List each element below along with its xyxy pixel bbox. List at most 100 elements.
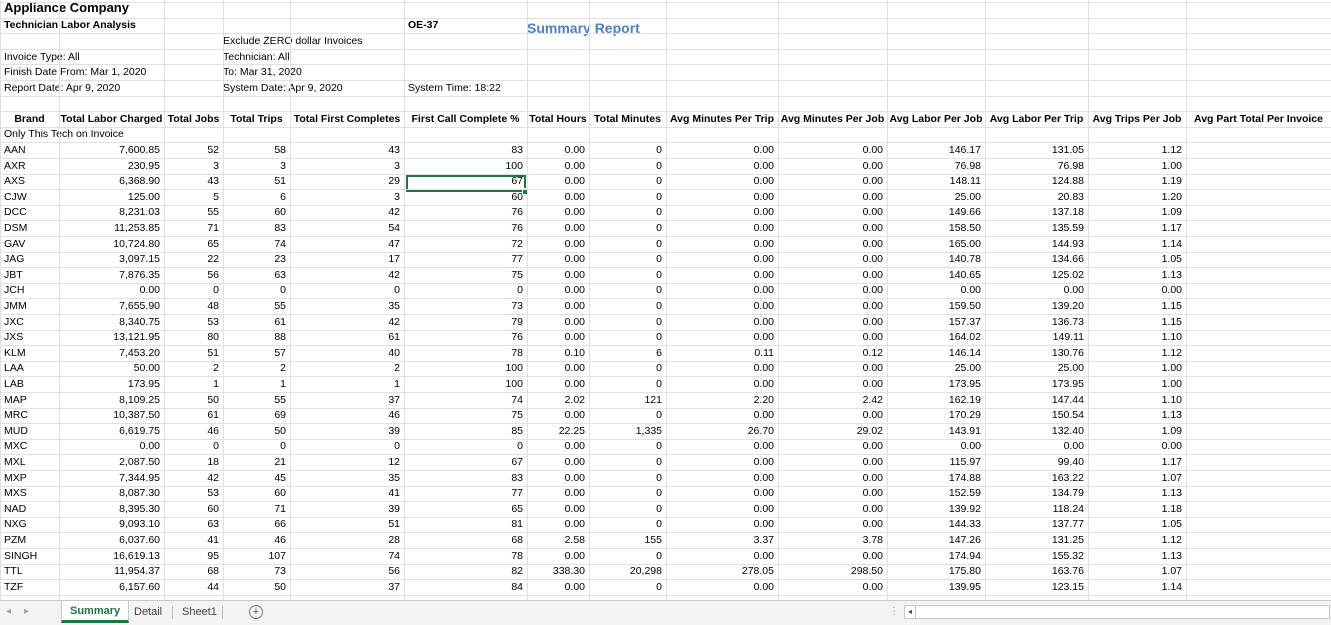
value-cell[interactable]: 0.00	[666, 549, 774, 565]
value-cell[interactable]: 6,368.90	[59, 174, 160, 190]
value-cell[interactable]: 1.17	[1088, 221, 1182, 237]
value-cell[interactable]: 0	[589, 455, 662, 471]
value-cell[interactable]: 0.00	[985, 439, 1084, 455]
value-cell[interactable]: 6,037.60	[59, 533, 160, 549]
value-cell[interactable]: 57	[223, 346, 286, 362]
value-cell[interactable]: 0	[589, 471, 662, 487]
value-cell[interactable]: 0.00	[666, 455, 774, 471]
value-cell[interactable]: 1.10	[1088, 330, 1182, 346]
brand-cell[interactable]: MUD	[4, 424, 28, 440]
value-cell[interactable]: 68	[404, 533, 523, 549]
value-cell[interactable]: 1.00	[1088, 377, 1182, 393]
prev-sheet-icon[interactable]: ◂	[6, 606, 11, 617]
value-cell[interactable]: 0.00	[527, 580, 585, 596]
value-cell[interactable]: 60	[404, 190, 523, 206]
value-cell[interactable]: 0.00	[666, 315, 774, 331]
value-cell[interactable]: 78	[404, 549, 523, 565]
value-cell[interactable]: 0.00	[1088, 283, 1182, 299]
value-cell[interactable]: 121	[589, 393, 662, 409]
value-cell[interactable]: 0.00	[666, 159, 774, 175]
value-cell[interactable]: 0.00	[666, 299, 774, 315]
value-cell[interactable]: 75	[404, 408, 523, 424]
value-cell[interactable]: 0.00	[778, 361, 883, 377]
value-cell[interactable]: 0.00	[527, 268, 585, 284]
value-cell[interactable]: 0.00	[527, 377, 585, 393]
value-cell[interactable]: 6,157.60	[59, 580, 160, 596]
value-cell[interactable]: 139.95	[887, 580, 981, 596]
value-cell[interactable]: 88	[223, 330, 286, 346]
value-cell[interactable]: 73	[223, 564, 286, 580]
value-cell[interactable]: 0.00	[666, 486, 774, 502]
value-cell[interactable]: 66	[223, 517, 286, 533]
value-cell[interactable]: 1.09	[1088, 205, 1182, 221]
value-cell[interactable]: 139.92	[887, 502, 981, 518]
value-cell[interactable]: 50	[223, 424, 286, 440]
value-cell[interactable]: 0.00	[887, 439, 981, 455]
value-cell[interactable]: 81	[404, 517, 523, 533]
value-cell[interactable]: 60	[223, 486, 286, 502]
value-cell[interactable]: 0	[589, 299, 662, 315]
value-cell[interactable]: 0	[589, 580, 662, 596]
value-cell[interactable]: 173.95	[59, 377, 160, 393]
value-cell[interactable]: 47	[290, 237, 400, 253]
value-cell[interactable]: 149.11	[985, 330, 1084, 346]
value-cell[interactable]: 148.11	[887, 174, 981, 190]
value-cell[interactable]: 68	[164, 564, 219, 580]
value-cell[interactable]: 115.97	[887, 455, 981, 471]
value-cell[interactable]: 0.00	[666, 190, 774, 206]
value-cell[interactable]: 6	[589, 346, 662, 362]
brand-cell[interactable]: LAA	[4, 361, 24, 377]
value-cell[interactable]: 0.00	[985, 283, 1084, 299]
value-cell[interactable]: 21	[223, 455, 286, 471]
value-cell[interactable]: 43	[164, 174, 219, 190]
value-cell[interactable]: 39	[290, 424, 400, 440]
value-cell[interactable]: 0.00	[527, 283, 585, 299]
value-cell[interactable]: 173.95	[887, 377, 981, 393]
value-cell[interactable]: 1.00	[1088, 361, 1182, 377]
value-cell[interactable]: 58	[223, 143, 286, 159]
value-cell[interactable]: 7,655.90	[59, 299, 160, 315]
value-cell[interactable]: 83	[404, 471, 523, 487]
value-cell[interactable]: 42	[290, 315, 400, 331]
value-cell[interactable]: 0.00	[527, 190, 585, 206]
value-cell[interactable]: 46	[223, 533, 286, 549]
value-cell[interactable]: 1.13	[1088, 486, 1182, 502]
value-cell[interactable]: 0.00	[778, 471, 883, 487]
value-cell[interactable]: 1.13	[1088, 268, 1182, 284]
value-cell[interactable]: 157.37	[887, 315, 981, 331]
value-cell[interactable]: 100	[404, 159, 523, 175]
value-cell[interactable]: 29.02	[778, 424, 883, 440]
brand-cell[interactable]: NAD	[4, 502, 26, 518]
value-cell[interactable]: 137.77	[985, 517, 1084, 533]
add-sheet-icon[interactable]: +	[249, 605, 263, 619]
value-cell[interactable]: 3.37	[666, 533, 774, 549]
value-cell[interactable]: 28	[290, 533, 400, 549]
brand-cell[interactable]: JMM	[4, 299, 27, 315]
value-cell[interactable]: 51	[223, 174, 286, 190]
brand-cell[interactable]: PZM	[4, 533, 26, 549]
value-cell[interactable]: 0.00	[778, 190, 883, 206]
value-cell[interactable]: 0.00	[527, 486, 585, 502]
value-cell[interactable]: 6,619.75	[59, 424, 160, 440]
value-cell[interactable]: 174.94	[887, 549, 981, 565]
value-cell[interactable]: 0	[404, 283, 523, 299]
value-cell[interactable]: 0	[589, 159, 662, 175]
brand-cell[interactable]: JAG	[4, 252, 24, 268]
value-cell[interactable]: 1.15	[1088, 315, 1182, 331]
value-cell[interactable]: 1.09	[1088, 424, 1182, 440]
value-cell[interactable]: 61	[223, 315, 286, 331]
value-cell[interactable]: 51	[164, 346, 219, 362]
value-cell[interactable]: 0	[589, 517, 662, 533]
value-cell[interactable]: 0	[589, 237, 662, 253]
value-cell[interactable]: 146.17	[887, 143, 981, 159]
value-cell[interactable]: 0	[589, 252, 662, 268]
value-cell[interactable]: 8,087.30	[59, 486, 160, 502]
value-cell[interactable]: 54	[290, 221, 400, 237]
brand-cell[interactable]: MXC	[4, 439, 27, 455]
value-cell[interactable]: 1.19	[1088, 174, 1182, 190]
value-cell[interactable]: 0.00	[778, 502, 883, 518]
brand-cell[interactable]: DSM	[4, 221, 27, 237]
value-cell[interactable]: 162.19	[887, 393, 981, 409]
value-cell[interactable]: 3	[290, 159, 400, 175]
value-cell[interactable]: 3	[164, 159, 219, 175]
